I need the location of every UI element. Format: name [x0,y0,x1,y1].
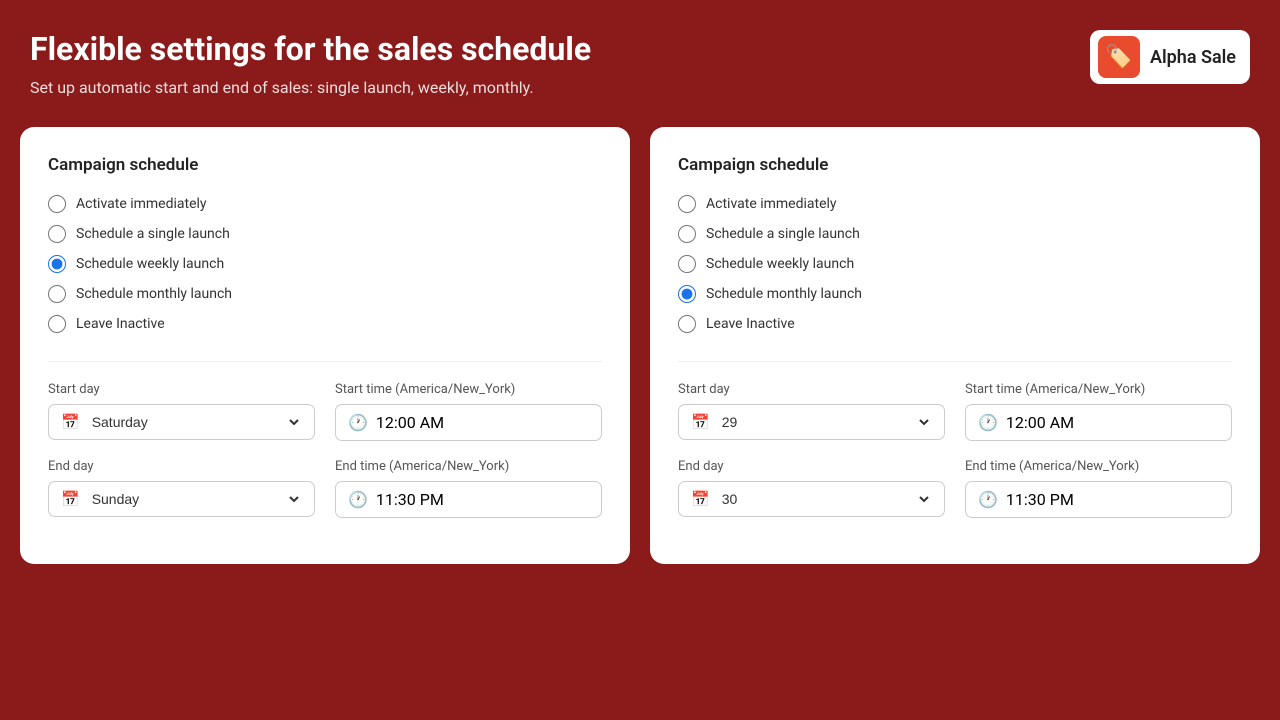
radio-input-monthly-right[interactable] [678,285,696,303]
start-time-label-left: Start time (America/New_York) [335,382,602,397]
radio-weekly-launch-left[interactable]: Schedule weekly launch [48,255,602,273]
end-day-select-left[interactable]: Sunday Saturday Monday Tuesday Wednesday… [88,490,302,508]
radio-activate-immediately-left[interactable]: Activate immediately [48,195,602,213]
cards-container: Campaign schedule Activate immediately S… [0,117,1280,584]
fields-row-bottom-right: End day 📅 30 12282931 End time (America/… [678,459,1232,518]
radio-input-single-right[interactable] [678,225,696,243]
end-day-label-left: End day [48,459,315,474]
radio-label-single-left: Schedule a single launch [76,226,230,242]
fields-left: Start day 📅 Saturday Sunday Monday Tuesd… [48,361,602,518]
radio-label-activate-right: Activate immediately [706,196,837,212]
calendar-icon-left: 📅 [61,413,80,431]
card-left-title: Campaign schedule [48,155,602,175]
radio-label-weekly-right: Schedule weekly launch [706,256,854,272]
end-day-group-right: End day 📅 30 12282931 [678,459,945,518]
radio-weekly-launch-right[interactable]: Schedule weekly launch [678,255,1232,273]
radio-input-monthly-left[interactable] [48,285,66,303]
radio-label-inactive-left: Leave Inactive [76,316,165,332]
end-time-group-right: End time (America/New_York) 🕐 11:30 PM [965,459,1232,518]
radio-label-weekly-left: Schedule weekly launch [76,256,224,272]
clock-icon-start-right: 🕐 [978,413,998,432]
radio-single-launch-right[interactable]: Schedule a single launch [678,225,1232,243]
radio-group-left: Activate immediately Schedule a single l… [48,195,602,333]
start-time-display-right: 🕐 12:00 AM [965,404,1232,441]
fields-right: Start day 📅 29 1234 5678 910283031 Start… [678,361,1232,518]
end-time-group-left: End time (America/New_York) 🕐 11:30 PM [335,459,602,518]
start-day-select-left[interactable]: Saturday Sunday Monday Tuesday Wednesday… [88,413,302,431]
radio-activate-immediately-right[interactable]: Activate immediately [678,195,1232,213]
card-right-title: Campaign schedule [678,155,1232,175]
end-time-display-left: 🕐 11:30 PM [335,481,602,518]
brand-logo: 🏷️ Alpha Sale [1090,30,1250,84]
end-day-select-right[interactable]: 30 12282931 [718,490,932,508]
fields-row-bottom-left: End day 📅 Sunday Saturday Monday Tuesday… [48,459,602,518]
clock-icon-start-left: 🕐 [348,413,368,432]
brand-name: Alpha Sale [1150,47,1236,68]
radio-label-single-right: Schedule a single launch [706,226,860,242]
page-title: Flexible settings for the sales schedule [30,30,591,68]
radio-input-activate-right[interactable] [678,195,696,213]
fields-row-top-left: Start day 📅 Saturday Sunday Monday Tuesd… [48,382,602,441]
fields-row-top-right: Start day 📅 29 1234 5678 910283031 Start… [678,382,1232,441]
card-right: Campaign schedule Activate immediately S… [650,127,1260,564]
radio-label-activate-left: Activate immediately [76,196,207,212]
radio-input-activate-left[interactable] [48,195,66,213]
start-day-label-left: Start day [48,382,315,397]
radio-leave-inactive-right[interactable]: Leave Inactive [678,315,1232,333]
end-time-label-left: End time (America/New_York) [335,459,602,474]
start-day-select-wrapper-right[interactable]: 📅 29 1234 5678 910283031 [678,404,945,440]
radio-single-launch-left[interactable]: Schedule a single launch [48,225,602,243]
end-time-value-left: 11:30 PM [376,490,444,509]
radio-label-monthly-left: Schedule monthly launch [76,286,232,302]
card-left: Campaign schedule Activate immediately S… [20,127,630,564]
start-day-select-wrapper-left[interactable]: 📅 Saturday Sunday Monday Tuesday Wednesd… [48,404,315,440]
radio-input-single-left[interactable] [48,225,66,243]
end-day-select-wrapper-right[interactable]: 📅 30 12282931 [678,481,945,517]
end-day-group-left: End day 📅 Sunday Saturday Monday Tuesday… [48,459,315,518]
end-time-value-right: 11:30 PM [1006,490,1074,509]
calendar-icon-start-right: 📅 [691,413,710,431]
header: Flexible settings for the sales schedule… [0,0,1280,117]
start-day-group-right: Start day 📅 29 1234 5678 910283031 [678,382,945,441]
radio-input-weekly-left[interactable] [48,255,66,273]
radio-label-monthly-right: Schedule monthly launch [706,286,862,302]
start-time-value-left: 12:00 AM [376,413,444,432]
start-time-label-right: Start time (America/New_York) [965,382,1232,397]
radio-monthly-launch-right[interactable]: Schedule monthly launch [678,285,1232,303]
clock-icon-end-left: 🕐 [348,490,368,509]
header-text: Flexible settings for the sales schedule… [30,30,591,97]
radio-leave-inactive-left[interactable]: Leave Inactive [48,315,602,333]
radio-input-inactive-left[interactable] [48,315,66,333]
calendar-icon-end-left: 📅 [61,490,80,508]
end-time-label-right: End time (America/New_York) [965,459,1232,474]
clock-icon-end-right: 🕐 [978,490,998,509]
start-time-display-left: 🕐 12:00 AM [335,404,602,441]
radio-input-inactive-right[interactable] [678,315,696,333]
radio-group-right: Activate immediately Schedule a single l… [678,195,1232,333]
end-time-display-right: 🕐 11:30 PM [965,481,1232,518]
radio-label-inactive-right: Leave Inactive [706,316,795,332]
end-day-label-right: End day [678,459,945,474]
start-day-label-right: Start day [678,382,945,397]
page-subtitle: Set up automatic start and end of sales:… [30,78,591,97]
start-time-value-right: 12:00 AM [1006,413,1074,432]
start-time-group-right: Start time (America/New_York) 🕐 12:00 AM [965,382,1232,441]
calendar-icon-end-right: 📅 [691,490,710,508]
radio-monthly-launch-left[interactable]: Schedule monthly launch [48,285,602,303]
radio-input-weekly-right[interactable] [678,255,696,273]
start-day-group-left: Start day 📅 Saturday Sunday Monday Tuesd… [48,382,315,441]
end-day-select-wrapper-left[interactable]: 📅 Sunday Saturday Monday Tuesday Wednesd… [48,481,315,517]
start-time-group-left: Start time (America/New_York) 🕐 12:00 AM [335,382,602,441]
brand-icon: 🏷️ [1098,36,1140,78]
start-day-select-right[interactable]: 29 1234 5678 910283031 [718,413,932,431]
